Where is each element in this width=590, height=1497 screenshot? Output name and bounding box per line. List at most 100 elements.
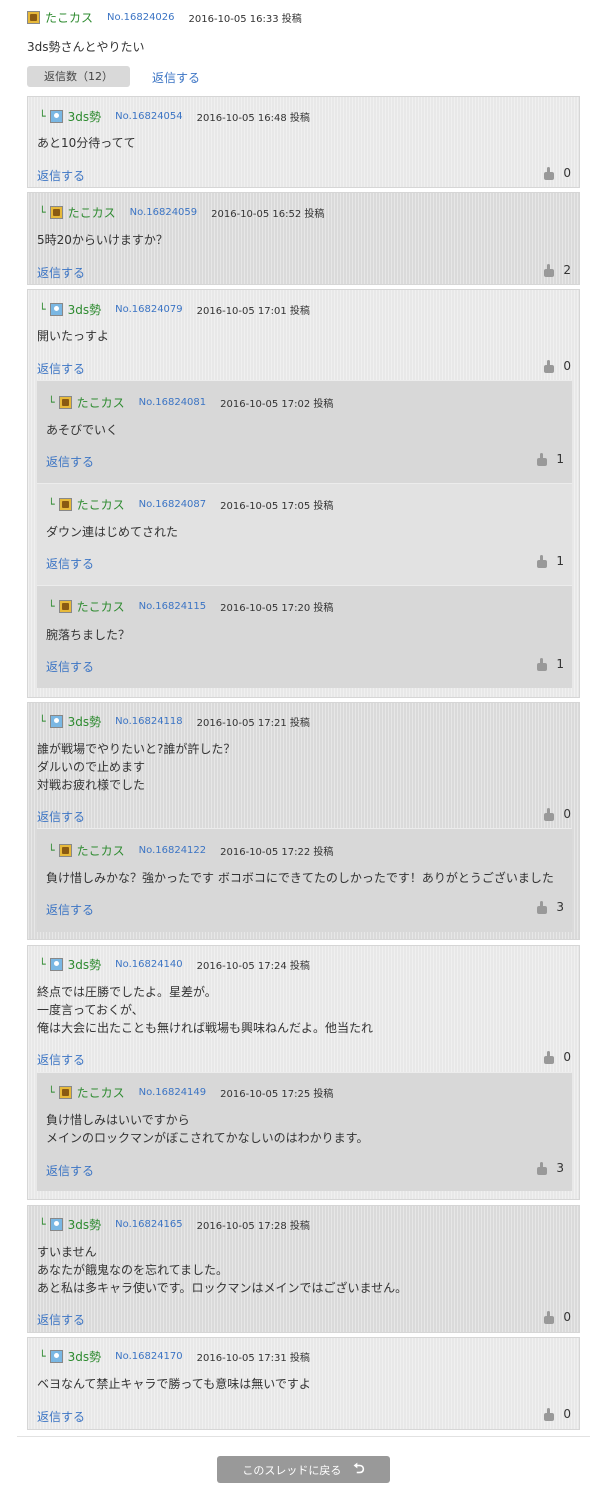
reply-username[interactable]: たこカス xyxy=(77,1084,125,1101)
reply-number[interactable]: No.16824059 xyxy=(130,207,198,218)
like-button[interactable]: 0 xyxy=(543,807,571,821)
branch-icon: └ xyxy=(48,599,55,613)
reply-username[interactable]: たこカス xyxy=(77,842,125,859)
nested-reply: └ たこカス No.16824115 2016-10-05 17:20 投稿 腕… xyxy=(37,585,572,688)
like-button[interactable]: 1 xyxy=(536,554,564,568)
reply-link[interactable]: 返信する xyxy=(37,167,85,184)
reply-number[interactable]: No.16824170 xyxy=(115,1351,183,1362)
reply-count-button[interactable]: 返信数（12） xyxy=(27,66,130,87)
like-button[interactable]: 3 xyxy=(536,1161,564,1175)
branch-icon: └ xyxy=(39,1349,46,1363)
reply-item: └ 3ds勢 No.16824170 2016-10-05 17:31 投稿 ベ… xyxy=(27,1337,580,1430)
reply-number[interactable]: No.16824054 xyxy=(115,111,183,122)
reply-header: └ たこカス No.16824059 2016-10-05 16:52 投稿 xyxy=(39,204,324,220)
post-header: たこカス No.16824026 2016-10-05 16:33 投稿 xyxy=(27,9,302,25)
reply-username[interactable]: 3ds勢 xyxy=(68,956,102,973)
branch-icon: └ xyxy=(39,957,46,971)
like-count: 0 xyxy=(563,1050,571,1064)
reply-link[interactable]: 返信する xyxy=(46,555,94,572)
reply-username[interactable]: 3ds勢 xyxy=(68,713,102,730)
back-button-label: このスレッドに戻る xyxy=(242,1463,342,1477)
reply-line: すいません xyxy=(37,1245,97,1259)
reply-link[interactable]: 返信する xyxy=(37,264,85,281)
reply-link[interactable]: 返信する xyxy=(37,1408,85,1425)
thumbs-up-icon xyxy=(536,452,549,466)
back-to-thread-button[interactable]: このスレッドに戻る ⮌ xyxy=(217,1456,390,1483)
reply-body: ダウン連はじめてされた xyxy=(46,523,178,541)
user-avatar-icon xyxy=(58,395,72,409)
reply-number[interactable]: No.16824087 xyxy=(139,499,207,510)
like-button[interactable]: 3 xyxy=(536,900,564,914)
reply-date: 2016-10-05 17:31 投稿 xyxy=(196,1352,310,1364)
reply-username[interactable]: たこカス xyxy=(77,598,125,615)
user-avatar-icon xyxy=(58,497,72,511)
like-count: 0 xyxy=(563,1310,571,1324)
reply-date: 2016-10-05 17:20 投稿 xyxy=(220,602,334,614)
reply-number[interactable]: No.16824115 xyxy=(139,601,207,612)
reply-link[interactable]: 返信する xyxy=(37,360,85,377)
reply-link[interactable]: 返信する xyxy=(37,1311,85,1328)
reply-body: 5時20からいけますか？ xyxy=(37,231,168,249)
reply-link[interactable]: 返信する xyxy=(46,658,94,675)
reply-username[interactable]: たこカス xyxy=(77,496,125,513)
user-avatar-icon xyxy=(49,1349,63,1363)
like-button[interactable]: 0 xyxy=(543,1050,571,1064)
reply-username[interactable]: たこカス xyxy=(68,204,116,221)
like-button[interactable]: 0 xyxy=(543,359,571,373)
user-avatar-icon xyxy=(49,1217,63,1231)
thumbs-up-icon xyxy=(543,1310,556,1324)
thumbs-up-icon xyxy=(536,900,549,914)
like-button[interactable]: 0 xyxy=(543,1310,571,1324)
reply-number[interactable]: No.16824118 xyxy=(115,716,183,727)
reply-line: 負け惜しみかな？強かったです ボコボコにできてたのしかったです！ありがとうござい… xyxy=(46,871,554,885)
branch-icon: └ xyxy=(48,497,55,511)
reply-header: └ 3ds勢 No.16824118 2016-10-05 17:21 投稿 xyxy=(39,713,310,729)
like-count: 3 xyxy=(556,1161,564,1175)
reply-username[interactable]: 3ds勢 xyxy=(68,108,102,125)
like-button[interactable]: 0 xyxy=(543,166,571,180)
reply-username[interactable]: たこカス xyxy=(77,394,125,411)
reply-number[interactable]: No.16824081 xyxy=(139,397,207,408)
reply-body: 負け惜しみはいいですから メインのロックマンがぼこされてかなしいのはわかります。 xyxy=(46,1111,368,1147)
reply-line: 誰が戦場でやりたいと?誰が許した？ xyxy=(37,742,236,756)
like-count: 0 xyxy=(563,1407,571,1421)
reply-line: ダルいので止めます xyxy=(37,760,146,774)
reply-link[interactable]: 返信する xyxy=(152,69,200,86)
reply-username[interactable]: 3ds勢 xyxy=(68,301,102,318)
thumbs-up-icon xyxy=(536,554,549,568)
reply-item: └ 3ds勢 No.16824054 2016-10-05 16:48 投稿 あ… xyxy=(27,96,580,188)
divider xyxy=(17,1436,590,1437)
reply-number[interactable]: No.16824165 xyxy=(115,1219,183,1230)
reply-item: └ 3ds勢 No.16824118 2016-10-05 17:21 投稿 誰… xyxy=(27,702,580,940)
reply-username[interactable]: 3ds勢 xyxy=(68,1348,102,1365)
like-button[interactable]: 1 xyxy=(536,452,564,466)
reply-link[interactable]: 返信する xyxy=(37,1051,85,1068)
reply-date: 2016-10-05 16:48 投稿 xyxy=(196,112,310,124)
nested-reply: └ たこカス No.16824087 2016-10-05 17:05 投稿 ダ… xyxy=(37,483,572,585)
reply-link[interactable]: 返信する xyxy=(46,901,94,918)
like-button[interactable]: 1 xyxy=(536,657,564,671)
post-number[interactable]: No.16824026 xyxy=(107,12,175,23)
reply-line: あそびでいく xyxy=(46,423,119,437)
thumbs-up-icon xyxy=(536,657,549,671)
reply-username[interactable]: 3ds勢 xyxy=(68,1216,102,1233)
like-count: 0 xyxy=(563,166,571,180)
reply-link[interactable]: 返信する xyxy=(37,808,85,825)
reply-line: ダウン連はじめてされた xyxy=(46,525,179,539)
like-button[interactable]: 0 xyxy=(543,1407,571,1421)
reply-number[interactable]: No.16824149 xyxy=(139,1087,207,1098)
like-count: 2 xyxy=(563,263,571,277)
post-username[interactable]: たこカス xyxy=(45,9,93,26)
thumbs-up-icon xyxy=(543,1407,556,1421)
reply-number[interactable]: No.16824079 xyxy=(115,304,183,315)
like-button[interactable]: 2 xyxy=(543,263,571,277)
reply-number[interactable]: No.16824122 xyxy=(139,845,207,856)
reply-link[interactable]: 返信する xyxy=(46,1162,94,1179)
thumbs-up-icon xyxy=(543,166,556,180)
like-count: 1 xyxy=(556,452,564,466)
reply-link[interactable]: 返信する xyxy=(46,453,94,470)
reply-body: 負け惜しみかな？強かったです ボコボコにできてたのしかったです！ありがとうござい… xyxy=(46,869,554,887)
thumbs-up-icon xyxy=(543,1050,556,1064)
user-avatar-icon xyxy=(49,109,63,123)
reply-number[interactable]: No.16824140 xyxy=(115,959,183,970)
